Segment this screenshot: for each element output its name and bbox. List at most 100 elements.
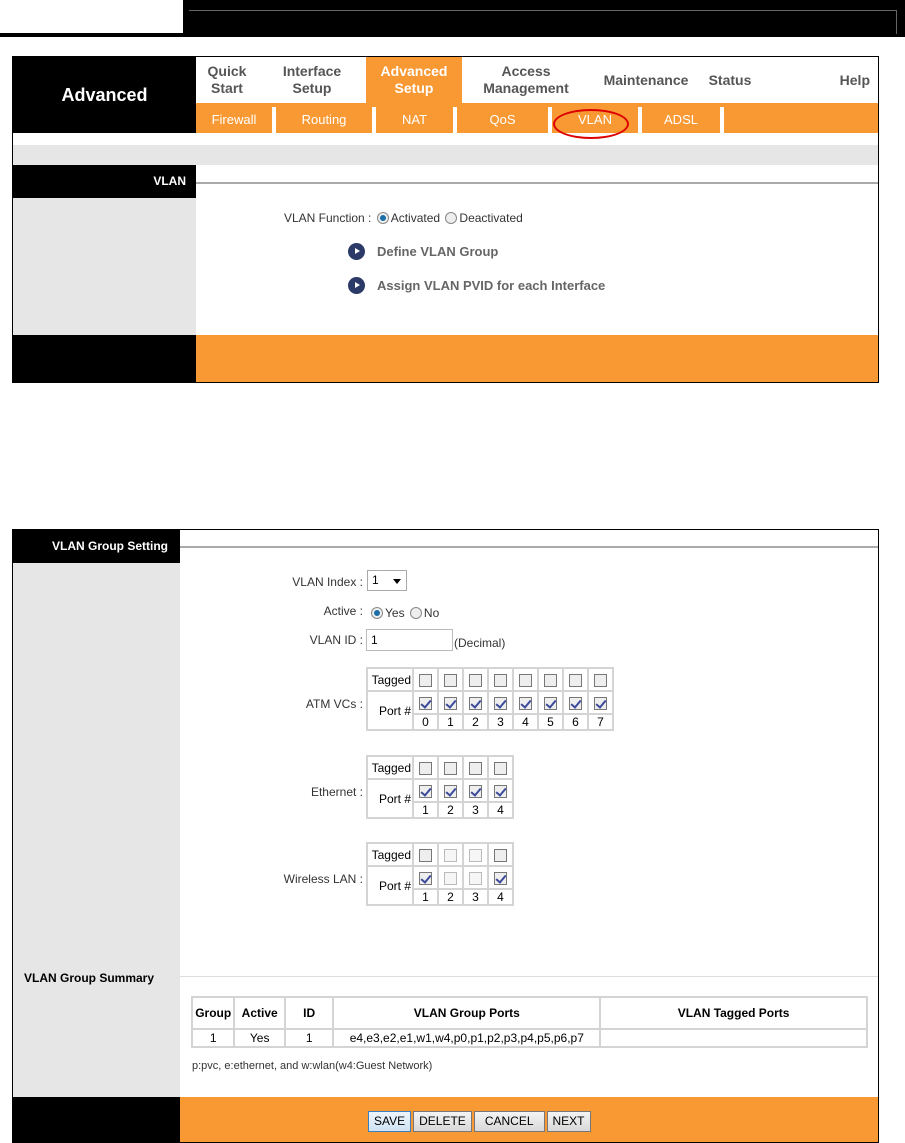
tagged-cell	[464, 669, 487, 690]
arrow-bullet-icon	[348, 243, 365, 260]
port-group-label: Ethernet :	[310, 785, 363, 799]
member-checkbox[interactable]	[469, 696, 482, 710]
member-cell	[439, 867, 462, 888]
subtab-qos[interactable]: QoS	[457, 107, 552, 133]
tagged-cell	[464, 757, 487, 778]
tagged-checkbox[interactable]	[519, 673, 532, 687]
member-checkbox[interactable]	[594, 696, 607, 710]
port-number: 3	[464, 890, 487, 904]
tagged-cell	[414, 844, 437, 865]
member-checkbox[interactable]	[494, 871, 507, 885]
tagged-checkbox[interactable]	[469, 673, 482, 687]
member-checkbox[interactable]	[419, 696, 432, 710]
vlan-highlight-circle	[553, 109, 629, 139]
member-cell	[414, 867, 437, 888]
tagged-checkbox[interactable]	[494, 673, 507, 687]
subtab-adsl[interactable]: ADSL	[642, 107, 724, 133]
tagged-checkbox[interactable]	[594, 673, 607, 687]
next-button[interactable]: NEXT	[546, 1111, 591, 1132]
port-label: Port #	[368, 867, 412, 904]
tagged-cell	[539, 669, 562, 690]
summary-title: VLAN Group Summary	[24, 971, 155, 985]
section-title: VLAN	[13, 165, 196, 198]
tagged-cell	[464, 844, 487, 865]
subtab-routing[interactable]: Routing	[276, 107, 376, 133]
member-checkbox[interactable]	[519, 696, 532, 710]
table-cell: Yes	[235, 1030, 284, 1046]
tagged-cell	[439, 844, 462, 865]
brand-label: Advanced	[13, 57, 196, 133]
member-checkbox[interactable]	[419, 784, 432, 798]
tagged-cell	[564, 669, 587, 690]
tab-access-management[interactable]: Access Management	[462, 57, 590, 103]
active-radio-group: Yes No	[369, 606, 439, 620]
member-checkbox[interactable]	[444, 696, 457, 710]
tagged-checkbox[interactable]	[494, 848, 507, 862]
link-text: Assign VLAN PVID for each Interface	[377, 278, 606, 293]
summary-table: Group Active ID VLAN Group Ports VLAN Tagged…	[191, 996, 868, 1048]
tagged-checkbox[interactable]	[494, 761, 507, 775]
tab-maintenance[interactable]: Maintenance	[590, 57, 702, 103]
tab-status[interactable]: Status	[702, 57, 758, 103]
activated-radio[interactable]	[376, 212, 389, 224]
summary-header-row: Group Active ID VLAN Group Ports VLAN Tagged…	[193, 998, 866, 1028]
tagged-checkbox[interactable]	[419, 673, 432, 687]
column-header: ID	[285, 998, 333, 1028]
tagged-checkbox[interactable]	[444, 761, 457, 775]
member-checkbox[interactable]	[569, 696, 582, 710]
tab-quick-start[interactable]: Quick Start	[196, 57, 258, 103]
tagged-checkbox[interactable]	[419, 848, 432, 862]
port-number: 6	[564, 715, 587, 729]
tagged-checkbox[interactable]	[544, 673, 557, 687]
tab-advanced-setup[interactable]: Advanced Setup	[366, 57, 462, 103]
member-cell	[564, 692, 587, 713]
tagged-label: Tagged	[368, 844, 412, 865]
assign-pvid-link[interactable]: Assign VLAN PVID for each Interface	[348, 277, 605, 294]
member-checkbox[interactable]	[469, 784, 482, 798]
delete-button[interactable]: DELETE	[413, 1111, 472, 1132]
save-button[interactable]: SAVE	[368, 1111, 412, 1132]
member-checkbox[interactable]	[494, 696, 507, 710]
tagged-checkbox	[444, 848, 457, 862]
active-no-radio[interactable]	[409, 607, 422, 619]
tagged-cell	[489, 669, 512, 690]
member-checkbox[interactable]	[444, 784, 457, 798]
port-number: 5	[539, 715, 562, 729]
no-label: No	[423, 606, 440, 620]
member-checkbox	[444, 871, 457, 885]
vlan-index-select[interactable]: 1	[367, 570, 407, 591]
tagged-checkbox[interactable]	[444, 673, 457, 687]
member-checkbox[interactable]	[544, 696, 557, 710]
define-vlan-group-link[interactable]: Define VLAN Group	[348, 243, 498, 260]
deactivated-label: Deactivated	[459, 211, 523, 225]
active-yes-radio[interactable]	[371, 607, 383, 619]
tab-interface-setup[interactable]: Interface Setup	[258, 57, 366, 103]
cancel-button[interactable]: CANCEL	[473, 1111, 545, 1132]
gray-band	[13, 145, 878, 165]
tagged-checkbox[interactable]	[419, 761, 432, 775]
subtab-firewall[interactable]: Firewall	[196, 107, 276, 133]
table-cell: 1	[285, 1030, 333, 1046]
port-number: 1	[439, 715, 462, 729]
member-cell	[489, 692, 512, 713]
port-number: 4	[489, 890, 512, 904]
tagged-checkbox[interactable]	[469, 761, 482, 775]
tab-help[interactable]: Help	[758, 57, 878, 103]
port-number: 0	[414, 715, 437, 729]
port-label: Port #	[368, 692, 412, 729]
member-checkbox[interactable]	[494, 784, 507, 798]
port-table: Tagged Port #0 1 2 3 4 5 6 7	[366, 667, 614, 731]
tagged-checkbox[interactable]	[569, 673, 582, 687]
vlan-id-input[interactable]	[366, 629, 453, 651]
member-checkbox[interactable]	[419, 871, 432, 885]
tagged-cell	[489, 844, 512, 865]
subtab-nat[interactable]: NAT	[376, 107, 457, 133]
left-sidebar	[13, 563, 180, 1097]
tagged-label: Tagged	[368, 669, 412, 690]
port-number: 3	[489, 715, 512, 729]
deactivated-radio[interactable]	[445, 212, 458, 224]
port-table: Tagged Port #1 2 3 4	[366, 842, 514, 906]
member-cell	[539, 692, 562, 713]
tagged-label: Tagged	[368, 757, 412, 778]
button-row: SAVE DELETE CANCEL NEXT	[368, 1111, 593, 1132]
